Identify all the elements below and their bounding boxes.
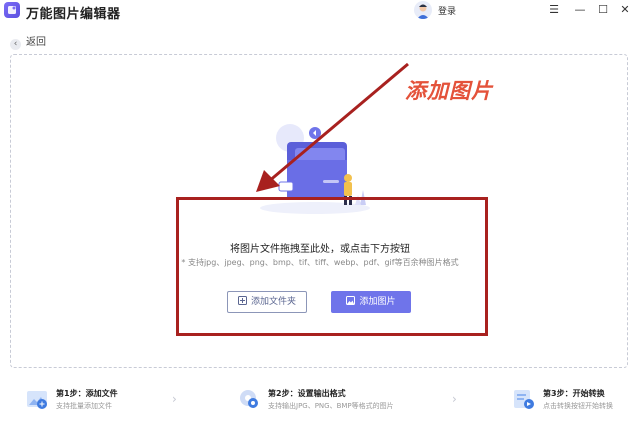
annotation-arrow-icon [256,62,409,192]
step-3-desc: 点击转换按钮开始转换 [543,402,613,410]
title-bar: 万能图片编辑器 登录 ☰ — ☐ ✕ [0,0,640,22]
step-3-title: 第3步：开始转换 [543,389,605,398]
convert-step-icon [513,388,535,410]
step-2-title: 第2步：设置输出格式 [268,389,346,398]
minimize-button[interactable]: — [573,3,587,17]
back-button[interactable]: ‹ 返回 [10,33,46,50]
add-folder-button[interactable]: 添加文件夹 [227,291,307,313]
folder-plus-icon [237,292,247,312]
step-1: 第1步：添加文件 支持批量添加文件 [26,386,176,416]
arrow-right-icon: › [452,392,457,406]
add-image-button[interactable]: 添加图片 [331,291,411,313]
step-2-desc: 支持输出JPG、PNG、BMP等格式的图片 [268,402,394,410]
arrow-right-icon: › [172,392,177,406]
annotation-callout: 添加图片 [405,79,493,103]
close-button[interactable]: ✕ [618,3,632,17]
image-icon [346,291,356,313]
step-1-desc: 支持批量添加文件 [56,402,112,410]
step-2: 第2步：设置输出格式 支持输出JPG、PNG、BMP等格式的图片 [238,386,428,416]
step-3: 第3步：开始转换 点击转换按钮开始转换 [513,386,638,416]
back-label: 返回 [26,37,46,48]
drop-instruction: 将图片文件拖拽至此处，或点击下方按钮 [230,244,410,255]
step-1-title: 第1步：添加文件 [56,389,118,398]
settings-gear-icon [238,388,260,410]
app-logo-icon [4,2,20,18]
add-file-step-icon [26,388,48,410]
app-title: 万能图片编辑器 [26,7,121,22]
avatar-icon[interactable] [414,1,432,19]
maximize-button[interactable]: ☐ [596,3,610,17]
menu-icon[interactable]: ☰ [547,3,561,17]
login-link[interactable]: 登录 [438,4,456,17]
add-folder-label: 添加文件夹 [250,297,296,307]
back-icon: ‹ [10,39,21,50]
supported-formats-note: * 支持jpg、jpeg、png、bmp、tif、tiff、webp、pdf、g… [181,258,459,267]
add-image-label: 添加图片 [359,297,396,307]
